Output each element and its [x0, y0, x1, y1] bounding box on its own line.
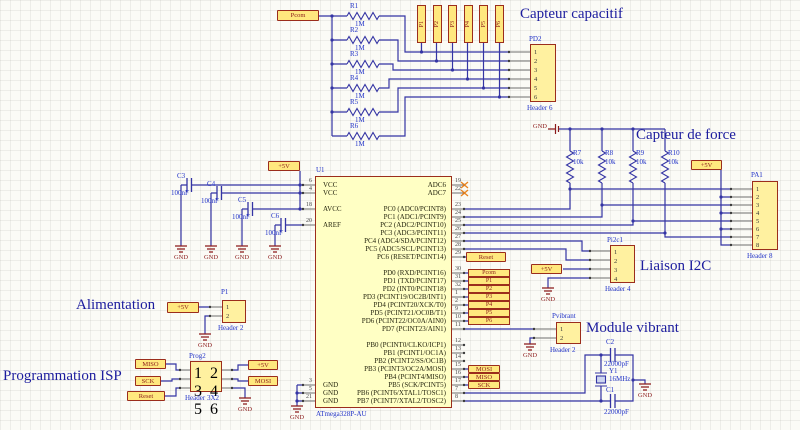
- resistor-ref[interactable]: R3: [350, 50, 358, 58]
- port-miso-isp[interactable]: MISO: [135, 359, 166, 369]
- capacitor-ref[interactable]: C6: [271, 212, 279, 220]
- port-5v-isp[interactable]: +5V: [248, 360, 278, 370]
- capacitor-ref[interactable]: C2: [606, 338, 614, 346]
- capacitor-value: 100nF: [171, 189, 189, 197]
- capacitor-ref[interactable]: C3: [177, 172, 185, 180]
- header-pa1-designator: PA1: [751, 171, 763, 179]
- capacitor-value: 100nF: [265, 229, 283, 237]
- header-pd2-type: Header 6: [527, 104, 552, 112]
- crystal-value: 16MHz: [609, 375, 630, 383]
- pad-port[interactable]: P4: [464, 5, 473, 43]
- capacitive-pad-ports[interactable]: P1P2P3P4P5P6: [417, 5, 504, 43]
- chip-left-pin-numbers: 6418203521: [290, 177, 312, 401]
- port-mosi-isp[interactable]: MOSI: [248, 376, 278, 386]
- resistor-value: 1M: [355, 140, 365, 148]
- resistor-ref[interactable]: R7: [573, 149, 581, 157]
- resistor-ref[interactable]: R4: [350, 74, 358, 82]
- header-pvibrant-designator: Pvibrant: [552, 312, 576, 320]
- title-vibration-module: Module vibrant: [586, 320, 679, 337]
- resistor-value: 10k: [573, 158, 584, 166]
- port-5v-vcc[interactable]: +5V: [268, 161, 300, 171]
- schematic-canvas: Capteur capacitif Capteur de force Liais…: [0, 0, 800, 430]
- crystal-symbol: [595, 373, 607, 386]
- capacitor-value: 100nF: [201, 197, 219, 205]
- header-pi2c1[interactable]: 1234: [610, 245, 635, 283]
- header-prog2-right-pins: 246: [210, 365, 218, 419]
- header-prog2-designator: Prog2: [189, 352, 206, 360]
- header-pvibrant-type: Header 2: [550, 346, 575, 354]
- header-pa1[interactable]: 12345678: [752, 181, 778, 250]
- gnd-label: GND: [533, 296, 563, 304]
- header-pi2c1-designator: Pi2c1: [607, 236, 623, 244]
- gnd-label: GND: [166, 254, 196, 262]
- gnd-label: GND: [196, 254, 226, 262]
- resistor-ref[interactable]: R6: [350, 122, 358, 130]
- capacitor-ref[interactable]: C5: [238, 196, 246, 204]
- header-pi2c1-type: Header 4: [605, 285, 630, 293]
- pad-port[interactable]: P6: [495, 5, 504, 43]
- pad-port[interactable]: P2: [433, 5, 442, 43]
- port-sck-isp[interactable]: SCK: [135, 376, 161, 386]
- chip-right-pin-names: ADC6ADC7PC0 (ADC0/PCINT8)PC1 (ADC1/PCINT…: [315, 181, 449, 405]
- chip-designator: U1: [316, 166, 325, 174]
- chip-right-pin-numbers: 1922232425262728293031321291011121314151…: [455, 177, 477, 401]
- pad-port[interactable]: P5: [479, 5, 488, 43]
- port-pcom[interactable]: Pcom: [277, 10, 319, 21]
- header-pd2-designator: PD2: [529, 35, 541, 43]
- title-force-sensor: Capteur de force: [636, 127, 736, 144]
- header-p1[interactable]: 12: [222, 300, 246, 323]
- resistor-value: 10k: [605, 158, 616, 166]
- resistor-ref[interactable]: R5: [350, 98, 358, 106]
- title-i2c-link: Liaison I2C: [640, 258, 711, 275]
- pad-port[interactable]: P3: [448, 5, 457, 43]
- resistor-ref[interactable]: R10: [668, 149, 680, 157]
- resistor-symbols: [347, 13, 669, 184]
- crystal-ref[interactable]: Y1: [609, 367, 618, 375]
- port-5v-i2c[interactable]: +5V: [531, 264, 562, 274]
- port-reset-isp[interactable]: Reset: [127, 391, 165, 401]
- port-5v-alim[interactable]: +5V: [167, 302, 199, 313]
- pad-port[interactable]: P1: [417, 5, 426, 43]
- capacitor-ref[interactable]: C1: [606, 386, 614, 394]
- gnd-power-port[interactable]: GND: [521, 123, 547, 131]
- chip-part-number: ATmega328P-AU: [316, 410, 367, 418]
- gnd-label: GND: [190, 342, 220, 350]
- title-capacitive-sensor: Capteur capacitif: [520, 6, 623, 23]
- resistor-ref[interactable]: R8: [605, 149, 613, 157]
- title-isp-programming: Programmation ISP: [3, 368, 122, 385]
- resistor-ref[interactable]: R9: [636, 149, 644, 157]
- gnd-label: GND: [230, 406, 260, 414]
- capacitor-value: 100nF: [232, 213, 250, 221]
- gnd-label: GND: [515, 352, 545, 360]
- header-pa1-type: Header 8: [747, 252, 772, 260]
- header-prog2-left-pins: 135: [194, 365, 202, 419]
- capacitor-ref[interactable]: C4: [207, 180, 215, 188]
- resistor-value: 10k: [668, 158, 679, 166]
- title-power-supply: Alimentation: [76, 297, 155, 314]
- header-prog2-type: Header 3X2: [185, 394, 219, 402]
- header-pvibrant[interactable]: 12: [556, 322, 581, 344]
- capacitor-value: 22000pF: [604, 408, 629, 416]
- gnd-label: GND: [630, 392, 660, 400]
- resistor-ref[interactable]: R1: [350, 2, 358, 10]
- port-5v-force[interactable]: +5V: [691, 160, 722, 170]
- header-pd2[interactable]: 123456: [530, 44, 556, 102]
- gnd-label: GND: [227, 254, 257, 262]
- resistor-value: 10k: [636, 158, 647, 166]
- header-p1-type: Header 2: [218, 324, 243, 332]
- gnd-label: GND: [260, 254, 290, 262]
- gnd-label: GND: [282, 414, 312, 422]
- resistor-ref[interactable]: R2: [350, 26, 358, 34]
- header-p1-designator: P1: [221, 288, 228, 296]
